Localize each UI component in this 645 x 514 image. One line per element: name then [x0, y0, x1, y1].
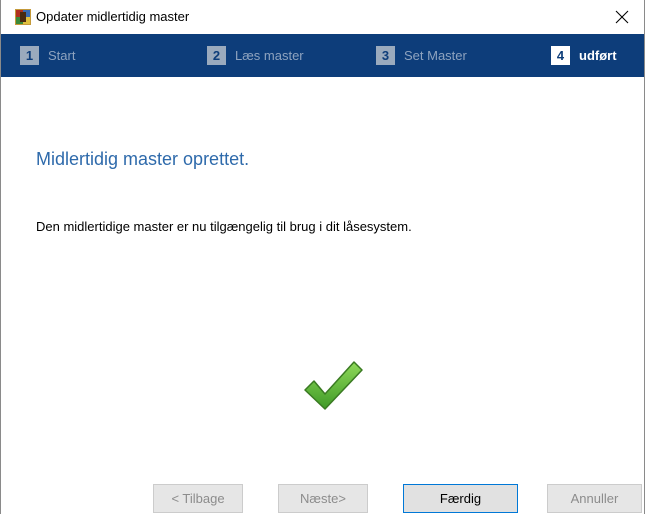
- step-label: Set Master: [404, 48, 467, 63]
- cancel-button[interactable]: Annuller: [547, 484, 642, 513]
- step-header: 1 Start 2 Læs master 3 Set Master 4 udfø…: [1, 34, 644, 113]
- page-heading: Midlertidig master oprettet.: [36, 149, 250, 169]
- checkmark-icon: [304, 361, 363, 410]
- step-bar: 1 Start 2 Læs master 3 Set Master 4 udfø…: [1, 34, 644, 77]
- step-label: Læs master: [235, 48, 304, 63]
- wizard-content: Midlertidig master oprettet. Den midlert…: [1, 113, 644, 468]
- step-number: 2: [207, 46, 226, 65]
- wizard-window: Opdater midlertidig master 1 Start 2 Læs…: [0, 0, 645, 514]
- step-number: 3: [376, 46, 395, 65]
- finish-button[interactable]: Færdig: [403, 484, 518, 513]
- app-icon: [15, 9, 31, 25]
- title-bar: Opdater midlertidig master: [1, 0, 644, 34]
- step-start: 1 Start: [20, 46, 75, 65]
- close-button[interactable]: [600, 0, 644, 34]
- step-set-master: 3 Set Master: [376, 46, 467, 65]
- step-read-master: 2 Læs master: [207, 46, 304, 65]
- step-number: 1: [20, 46, 39, 65]
- close-icon: [615, 10, 629, 24]
- status-message: Den midlertidige master er nu tilgængeli…: [36, 219, 412, 234]
- step-number: 4: [551, 46, 570, 65]
- step-done: 4 udført: [551, 46, 617, 65]
- next-button[interactable]: Næste>: [278, 484, 368, 513]
- step-label: udført: [579, 48, 617, 63]
- step-label: Start: [48, 48, 76, 63]
- window-title: Opdater midlertidig master: [36, 9, 190, 24]
- back-button[interactable]: < Tilbage: [153, 484, 243, 513]
